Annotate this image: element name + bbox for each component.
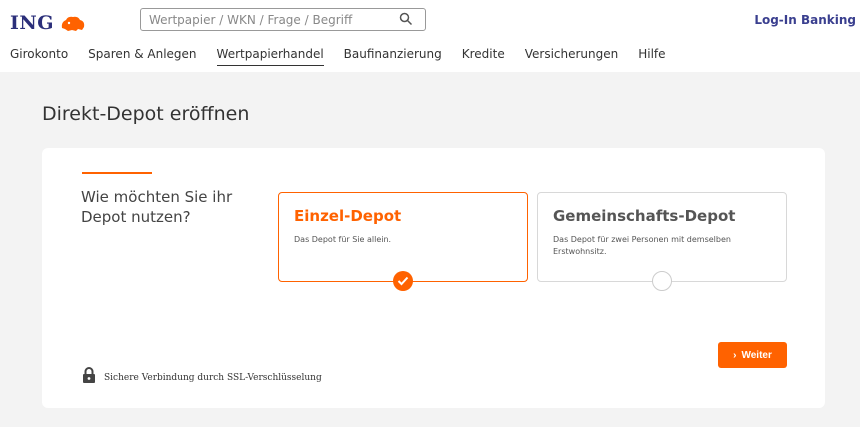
nav-item-sparen-anlegen[interactable]: Sparen & Anlegen bbox=[88, 47, 196, 66]
page-title: Direkt-Depot eröffnen bbox=[42, 103, 250, 125]
option-description: Das Depot für zwei Personen mit demselbe… bbox=[553, 235, 731, 256]
question-label: Wie möchten Sie ihr Depot nutzen? bbox=[81, 188, 233, 226]
option-title: Gemeinschafts-Depot bbox=[553, 207, 736, 225]
weiter-label: Weiter bbox=[741, 349, 772, 361]
option-einzel-depot[interactable]: Einzel-Depot Das Depot für Sie allein. bbox=[278, 192, 528, 291]
main-nav: Girokonto Sparen & Anlegen Wertpapierhan… bbox=[10, 47, 686, 66]
logo-text: ING bbox=[10, 12, 54, 34]
weiter-button[interactable]: › Weiter bbox=[718, 342, 787, 368]
nav-item-wertpapierhandel[interactable]: Wertpapierhandel bbox=[216, 47, 324, 66]
login-banking-link[interactable]: Log-In Banking bbox=[754, 13, 856, 27]
nav-item-hilfe[interactable]: Hilfe bbox=[638, 47, 665, 66]
lion-logo-icon bbox=[61, 16, 85, 31]
progress-indicator bbox=[82, 172, 152, 174]
nav-item-kredite[interactable]: Kredite bbox=[462, 47, 505, 66]
nav-item-girokonto[interactable]: Girokonto bbox=[10, 47, 68, 66]
search-input[interactable] bbox=[149, 11, 389, 28]
nav-item-versicherungen[interactable]: Versicherungen bbox=[525, 47, 619, 66]
ssl-notice: Sichere Verbindung durch SSL-Verschlüsse… bbox=[82, 367, 322, 384]
search-icon[interactable] bbox=[399, 12, 413, 26]
option-title: Einzel-Depot bbox=[294, 207, 402, 225]
option-description: Das Depot für Sie allein. bbox=[294, 235, 392, 244]
nav-item-baufinanzierung[interactable]: Baufinanzierung bbox=[344, 47, 442, 66]
ing-logo[interactable]: ING bbox=[10, 12, 86, 34]
option-gemeinschafts-depot[interactable]: Gemeinschafts-Depot Das Depot für zwei P… bbox=[537, 192, 787, 291]
chevron-right-icon: › bbox=[733, 349, 737, 361]
lock-icon bbox=[83, 367, 95, 383]
radio-unselected[interactable] bbox=[652, 271, 672, 291]
search-box bbox=[140, 8, 426, 31]
depot-selection-card: Wie möchten Sie ihr Depot nutzen? Einzel… bbox=[42, 148, 825, 408]
top-bar: ING Log-In Banking Girokonto Sparen & An… bbox=[0, 0, 860, 72]
checkmark-icon bbox=[393, 271, 413, 291]
ssl-text: Sichere Verbindung durch SSL-Verschlüsse… bbox=[104, 373, 322, 383]
